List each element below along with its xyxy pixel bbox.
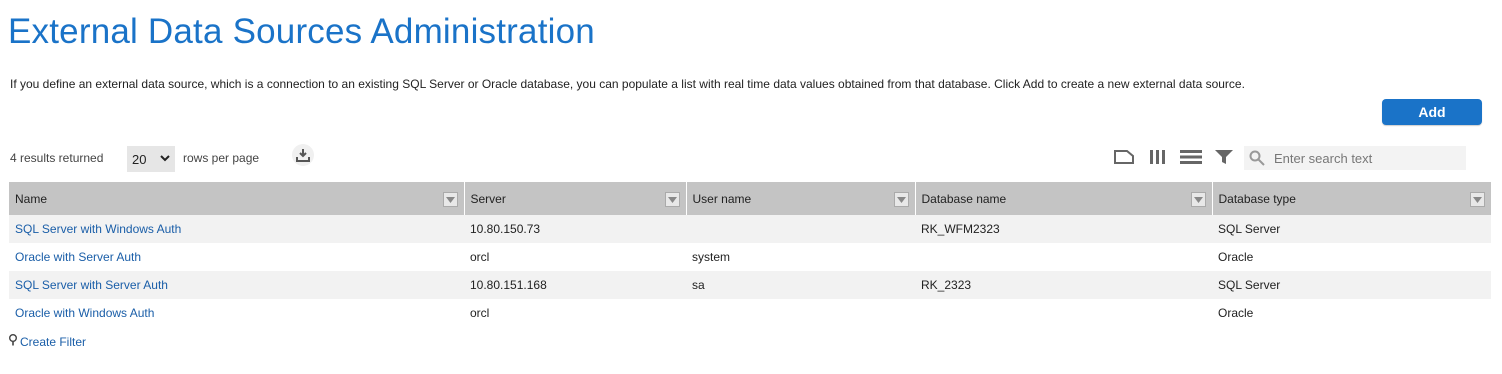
column-header-database-name[interactable]: Database name — [915, 182, 1213, 215]
column-header-label: User name — [692, 191, 752, 206]
column-menu-icon[interactable] — [664, 192, 680, 207]
cell-database-name — [915, 243, 1212, 271]
column-header-label: Server — [470, 191, 506, 206]
column-header-database-type[interactable]: Database type — [1212, 182, 1491, 215]
cell-server: 10.80.151.168 — [464, 271, 686, 299]
cell-database-name — [915, 299, 1212, 327]
columns-icon[interactable] — [1147, 148, 1169, 166]
data-sources-table: Name Server User name Database name Data… — [9, 182, 1491, 327]
column-header-server[interactable]: Server — [464, 182, 687, 215]
layout-icon[interactable] — [1113, 148, 1135, 166]
table-row: SQL Server with Server Auth 10.80.151.16… — [9, 271, 1491, 299]
cell-name: SQL Server with Windows Auth — [9, 215, 464, 243]
search-box — [1244, 146, 1466, 170]
page-description: If you define an external data source, w… — [10, 77, 1245, 91]
column-header-label: Name — [15, 191, 48, 206]
cell-database-type: Oracle — [1212, 243, 1491, 271]
column-menu-icon[interactable] — [1190, 192, 1206, 207]
filter-icon[interactable] — [1213, 148, 1235, 166]
cell-server: orcl — [464, 299, 686, 327]
column-header-user-name[interactable]: User name — [686, 182, 916, 215]
column-header-label: Database type — [1218, 191, 1296, 206]
rows-per-page-label: rows per page — [183, 151, 260, 165]
results-count: 4 results returned — [10, 151, 104, 165]
cell-server: 10.80.150.73 — [464, 215, 686, 243]
cell-name: SQL Server with Server Auth — [9, 271, 464, 299]
column-header-name[interactable]: Name — [9, 182, 465, 215]
search-input[interactable] — [1274, 150, 1464, 166]
table-row: Oracle with Windows Auth orcl Oracle — [9, 299, 1491, 327]
pin-icon — [8, 334, 18, 349]
table-header-row: Name Server User name Database name Data… — [9, 182, 1491, 215]
cell-user-name — [686, 215, 915, 243]
add-button[interactable]: Add — [1382, 99, 1482, 125]
cell-user-name: system — [686, 243, 915, 271]
cell-name: Oracle with Windows Auth — [9, 299, 464, 327]
download-icon[interactable] — [292, 144, 314, 166]
cell-database-type: Oracle — [1212, 299, 1491, 327]
cell-database-type: SQL Server — [1212, 215, 1491, 243]
data-source-link[interactable]: SQL Server with Server Auth — [15, 278, 168, 292]
table-row: Oracle with Server Auth orcl system Orac… — [9, 243, 1491, 271]
data-source-link[interactable]: SQL Server with Windows Auth — [15, 222, 181, 236]
column-menu-icon[interactable] — [893, 192, 909, 207]
cell-server: orcl — [464, 243, 686, 271]
cell-user-name — [686, 299, 915, 327]
search-icon — [1244, 150, 1270, 166]
column-menu-icon[interactable] — [1470, 192, 1485, 207]
cell-database-name: RK_2323 — [915, 271, 1212, 299]
table-row: SQL Server with Windows Auth 10.80.150.7… — [9, 215, 1491, 243]
column-header-label: Database name — [921, 191, 1007, 206]
create-filter-label: Create Filter — [20, 334, 87, 349]
column-menu-icon[interactable] — [442, 192, 458, 207]
page-title: External Data Sources Administration — [8, 12, 595, 51]
cell-user-name: sa — [686, 271, 915, 299]
cell-name: Oracle with Server Auth — [9, 243, 464, 271]
cell-database-name: RK_WFM2323 — [915, 215, 1212, 243]
density-icon[interactable] — [1180, 148, 1202, 166]
cell-database-type: SQL Server — [1212, 271, 1491, 299]
create-filter-link[interactable]: Create Filter — [8, 334, 86, 349]
data-source-link[interactable]: Oracle with Windows Auth — [15, 306, 154, 320]
chevron-down-icon — [160, 154, 170, 165]
rows-per-page-value: 20 — [132, 151, 147, 167]
rows-per-page-select[interactable]: 20 — [127, 146, 175, 172]
data-source-link[interactable]: Oracle with Server Auth — [15, 250, 141, 264]
